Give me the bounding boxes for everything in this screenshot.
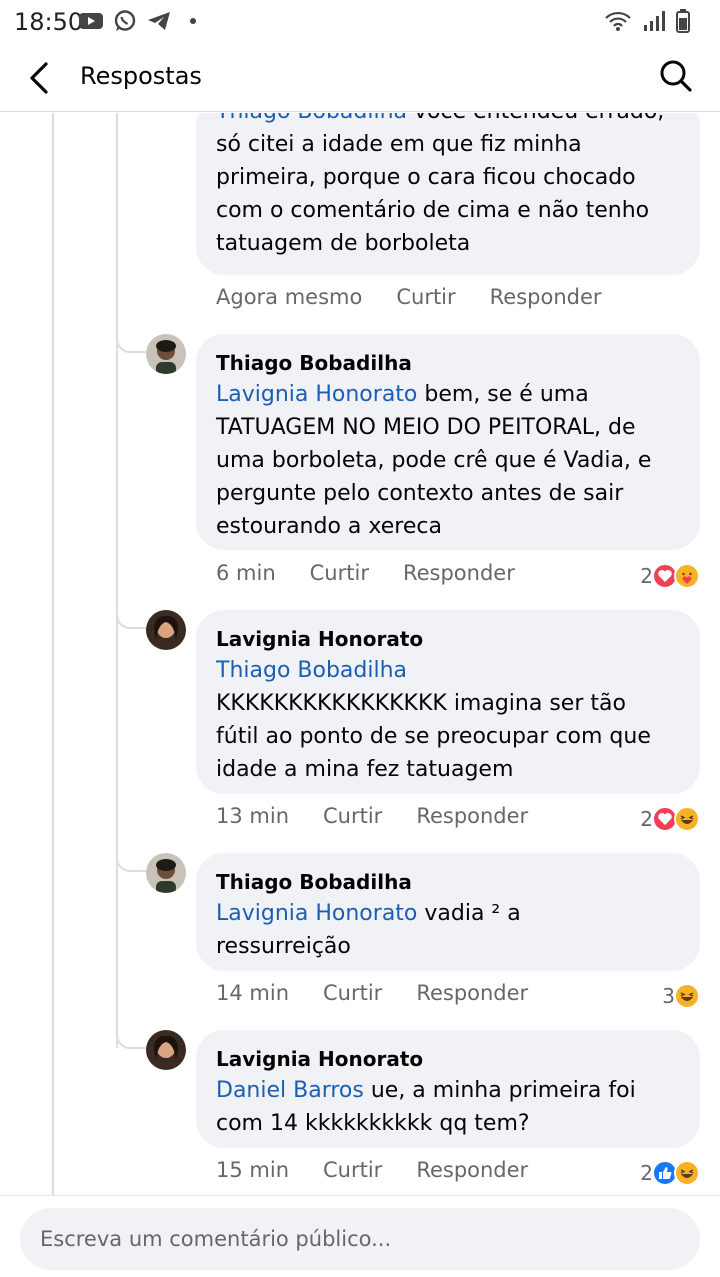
comment-text: idade a mina fez tatuagem <box>216 757 514 782</box>
avatar[interactable] <box>146 610 186 650</box>
comment-bubble[interactable]: Lavignia Honorato Thiago Bobadilha KKKKK… <box>196 610 700 794</box>
thread-line-nested <box>116 113 118 1048</box>
comment-text: uma borboleta, pode crê que é Vadia, e <box>216 448 652 473</box>
comment-actions: 6 min Curtir Responder <box>216 561 515 591</box>
whatsapp-icon <box>112 9 138 33</box>
more-notifications-icon <box>180 9 206 33</box>
reactions-summary[interactable]: 2 <box>640 561 700 591</box>
comment-text: TATUAGEM NO MEIO DO PEITORAL, de <box>216 415 636 440</box>
haha-reaction-icon <box>674 806 700 832</box>
reactions-summary[interactable]: 2 <box>640 1158 700 1188</box>
reactions-summary[interactable]: 2 <box>640 804 700 834</box>
comment-text: vadia ² a <box>417 901 521 926</box>
battery-icon <box>676 9 690 37</box>
reply-button[interactable]: Responder <box>416 804 528 834</box>
system-icons <box>604 9 690 37</box>
status-time: 18:50 <box>14 8 84 36</box>
mention-link[interactable]: Thiago Bobadilha <box>216 113 407 124</box>
comment-author[interactable]: Thiago Bobadilha <box>216 348 680 378</box>
avatar-lavignia-icon <box>146 1030 186 1070</box>
reply-connector <box>116 613 146 629</box>
like-button[interactable]: Curtir <box>323 981 382 1011</box>
comment-text: com o comentário de cima e não tenho <box>216 198 650 223</box>
comment-bubble[interactable]: Thiago Bobadilha Lavignia Honorato bem, … <box>196 334 700 550</box>
comment-time: 14 min <box>216 981 289 1005</box>
status-bar: 18:50 <box>0 0 720 44</box>
comment-bubble[interactable]: Thiago Bobadilha você entendeu errado, s… <box>196 113 700 275</box>
reply-connector <box>116 337 146 353</box>
mention-link[interactable]: Lavignia Honorato <box>216 382 417 407</box>
comment-time: 6 min <box>216 561 276 585</box>
comment-time: 13 min <box>216 804 289 828</box>
like-button[interactable]: Curtir <box>310 561 369 591</box>
reply-button[interactable]: Responder <box>416 1158 528 1188</box>
comment-input[interactable]: Escreva um comentário público... <box>20 1208 700 1270</box>
comment-text: fútil ao ponto de se preocupar com que <box>216 724 651 749</box>
youtube-icon <box>78 9 104 33</box>
search-icon <box>660 60 692 92</box>
comment-bubble[interactable]: Lavignia Honorato Daniel Barros ue, a mi… <box>196 1030 700 1148</box>
comment-text: você entendeu errado, <box>407 113 664 124</box>
comment-actions: 14 min Curtir Responder <box>216 981 528 1011</box>
comment-composer-bar: Escreva um comentário público... <box>0 1195 720 1277</box>
avatar[interactable] <box>146 853 186 893</box>
comment-text: bem, se é uma <box>417 382 589 407</box>
back-arrow-icon <box>30 62 48 94</box>
comment-text: com 14 kkkkkkkkkk qq tem? <box>216 1111 530 1136</box>
avatar-lavignia-icon <box>146 610 186 650</box>
header: Respostas <box>0 44 720 112</box>
page-title: Respostas <box>80 62 202 90</box>
haha-reaction-icon <box>674 983 700 1009</box>
telegram-icon <box>146 9 172 33</box>
care-reaction-icon <box>674 563 700 589</box>
like-button[interactable]: Curtir <box>396 285 455 315</box>
back-button[interactable] <box>24 58 58 98</box>
thread-line <box>52 113 54 1195</box>
wifi-icon <box>604 10 632 36</box>
avatar-thiago-icon <box>146 334 186 374</box>
like-button[interactable]: Curtir <box>323 1158 382 1188</box>
comment-text: tatuagem de borboleta <box>216 231 471 256</box>
comment-text: primeira, porque o cara ficou chocado <box>216 165 636 190</box>
comment-text: só citei a idade em que fiz minha <box>216 132 582 157</box>
comment-actions: Agora mesmo Curtir Responder <box>216 285 602 315</box>
avatar[interactable] <box>146 1030 186 1070</box>
avatar[interactable] <box>146 334 186 374</box>
comment-text: KKKKKKKKKKKKKKKK imagina ser tão <box>216 691 626 716</box>
comment-text: ressurreição <box>216 934 351 959</box>
reactions-summary[interactable]: 3 <box>662 981 700 1011</box>
mention-link[interactable]: Daniel Barros <box>216 1078 364 1103</box>
reply-button[interactable]: Responder <box>416 981 528 1011</box>
mention-link[interactable]: Thiago Bobadilha <box>216 658 407 683</box>
comment-author[interactable]: Lavignia Honorato <box>216 1044 680 1074</box>
comment-text: pergunte pelo contexto antes de sair <box>216 481 624 506</box>
comment-text: estourando a xereca <box>216 514 442 539</box>
reply-button[interactable]: Responder <box>403 561 515 591</box>
avatar-thiago-icon <box>146 853 186 893</box>
comment-actions: 13 min Curtir Responder <box>216 804 528 834</box>
signal-icon <box>642 10 666 36</box>
comment-author[interactable]: Thiago Bobadilha <box>216 867 680 897</box>
replies-thread[interactable]: Thiago Bobadilha você entendeu errado, s… <box>0 113 720 1195</box>
comment-author[interactable]: Lavignia Honorato <box>216 624 680 654</box>
mention-link[interactable]: Lavignia Honorato <box>216 901 417 926</box>
haha-reaction-icon <box>674 1160 700 1186</box>
reply-connector <box>116 856 146 872</box>
comment-actions: 15 min Curtir Responder <box>216 1158 528 1188</box>
comment-time: 15 min <box>216 1158 289 1182</box>
notification-icons <box>78 9 206 33</box>
search-button[interactable] <box>658 58 694 94</box>
comment-bubble[interactable]: Thiago Bobadilha Lavignia Honorato vadia… <box>196 853 700 971</box>
like-button[interactable]: Curtir <box>323 804 382 834</box>
comment-text: ue, a minha primeira foi <box>363 1078 636 1103</box>
comment-time: Agora mesmo <box>216 285 363 309</box>
reply-button[interactable]: Responder <box>490 285 602 315</box>
reply-connector <box>116 1033 146 1049</box>
